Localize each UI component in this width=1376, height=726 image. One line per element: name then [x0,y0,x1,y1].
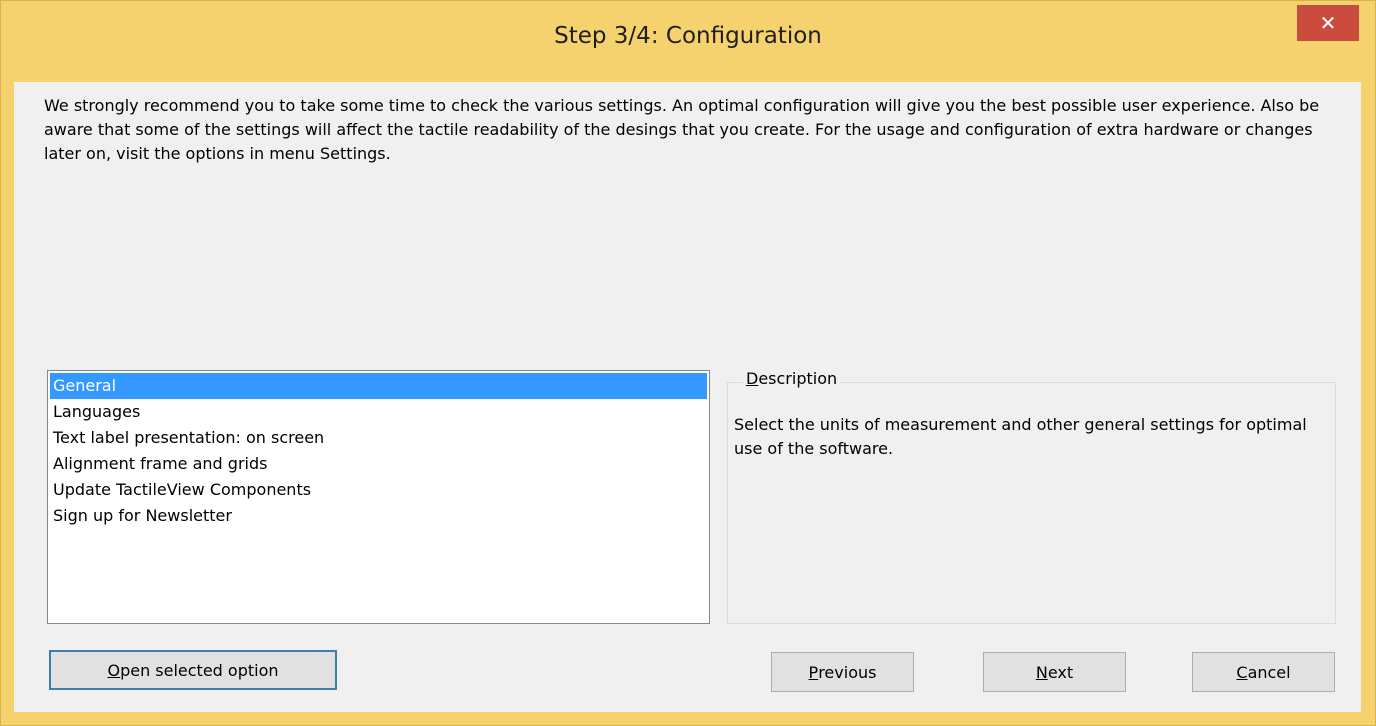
cancel-button-accel: C [1236,662,1248,682]
list-item-general[interactable]: General [49,372,708,400]
dialog-title: Step 3/4: Configuration [554,23,822,49]
next-button[interactable]: Next [983,652,1126,692]
list-item-newsletter[interactable]: Sign up for Newsletter [50,503,707,529]
open-selected-option-button[interactable]: Open selected option [49,650,337,690]
previous-button-label: revious [818,662,877,682]
cancel-button[interactable]: Cancel [1192,652,1335,692]
previous-button[interactable]: Previous [771,652,914,692]
list-item-text-label-presentation[interactable]: Text label presentation: on screen [50,425,707,451]
intro-text: We strongly recommend you to take some t… [44,96,1320,163]
close-button[interactable]: ✕ [1297,5,1359,41]
list-item-alignment-frame[interactable]: Alignment frame and grids [50,451,707,477]
previous-button-accel: P [808,662,819,682]
cancel-button-label: ancel [1247,662,1291,682]
list-item-update-components[interactable]: Update TactileView Components [50,477,707,503]
description-title: Description [743,369,841,388]
description-text: Select the units of measurement and othe… [734,415,1307,458]
close-icon: ✕ [1319,11,1337,35]
open-button-accel: O [107,660,121,680]
title-bar[interactable]: Step 3/4: Configuration ✕ [1,1,1375,83]
list-item-languages[interactable]: Languages [50,399,707,425]
description-title-rest: escription [758,369,838,388]
description-groupbox: Description Select the units of measurem… [727,369,1336,624]
options-listbox[interactable]: General Languages Text label presentatio… [47,370,710,624]
dialog-body: We strongly recommend you to take some t… [14,82,1361,712]
next-button-label: ext [1047,662,1074,682]
description-title-accel: D [746,369,759,388]
open-button-label: pen selected option [120,660,279,680]
config-dialog: Step 3/4: Configuration ✕ We strongly re… [0,0,1376,726]
next-button-accel: N [1035,662,1048,682]
